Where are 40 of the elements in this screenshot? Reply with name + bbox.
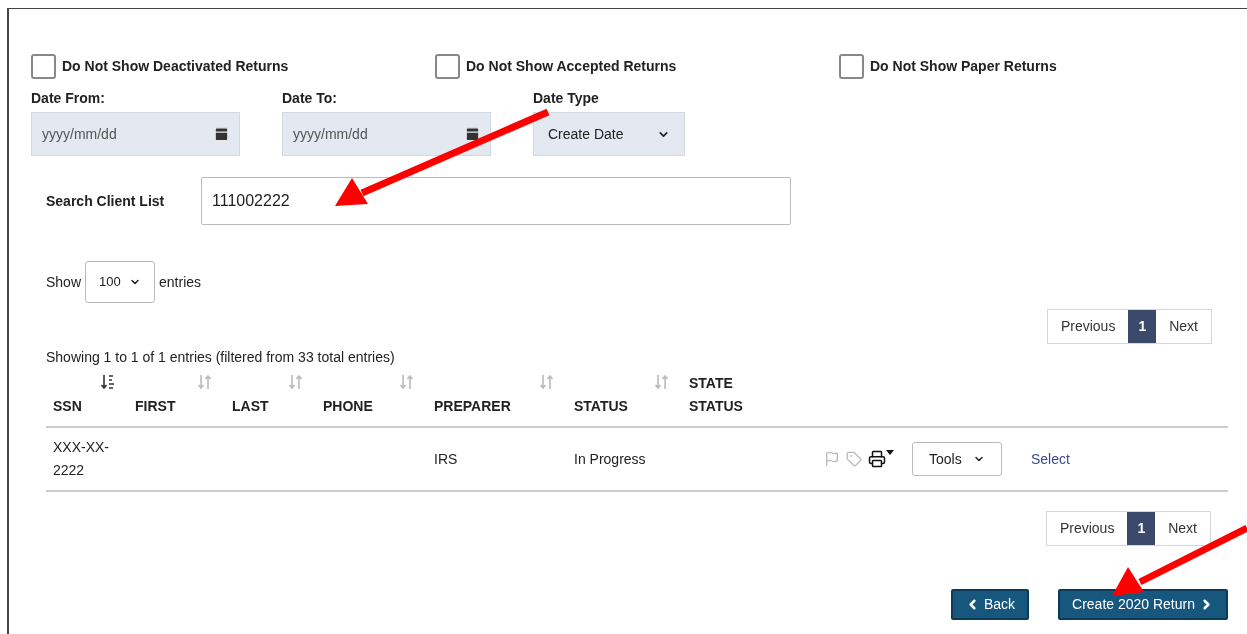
column-header[interactable]: FIRST [128, 374, 225, 418]
date-type-select[interactable]: Create Date [533, 112, 685, 156]
create-return-button[interactable]: Create 2020 Return [1058, 589, 1228, 620]
column-header[interactable]: SSN [46, 374, 128, 418]
checkbox[interactable] [435, 54, 460, 79]
tools-select[interactable]: Tools [912, 442, 1002, 476]
flag-icon[interactable] [824, 451, 840, 467]
calendar-icon[interactable] [464, 125, 481, 142]
field-label: Date To: [282, 89, 338, 108]
table-cell: IRS [434, 450, 458, 467]
column-header[interactable]: LAST [225, 374, 316, 418]
column-header[interactable]: PHONE [316, 374, 427, 418]
field-label: Date From: [31, 89, 106, 108]
print-icon[interactable] [868, 450, 894, 468]
checkbox[interactable] [31, 54, 56, 79]
tag-icon[interactable] [846, 451, 862, 467]
column-header[interactable]: STATE STATUS [682, 374, 814, 418]
search-field[interactable]: 111002222 [201, 177, 791, 225]
select-link[interactable]: Select [1031, 448, 1070, 470]
column-header[interactable]: PREPARER [427, 374, 567, 418]
show-label: Show [46, 272, 82, 292]
calendar-icon[interactable] [213, 125, 230, 142]
back-button[interactable]: Back [950, 589, 1030, 620]
checkbox[interactable] [839, 54, 864, 79]
field-label: Date Type [533, 89, 600, 108]
checkbox-label: Do Not Show Deactivated Returns [62, 57, 289, 76]
column-header[interactable]: STATUS [567, 374, 682, 418]
date-field[interactable]: yyyy/mm/dd [31, 112, 240, 156]
entries-select[interactable]: 100 [85, 261, 156, 303]
checkbox-label: Do Not Show Accepted Returns [466, 57, 677, 76]
search-label: Search Client List [46, 191, 166, 211]
date-field[interactable]: yyyy/mm/dd [282, 112, 491, 156]
checkbox-label: Do Not Show Paper Returns [870, 57, 1057, 76]
entries-label: entries [159, 272, 202, 292]
sort-icon[interactable] [100, 374, 116, 390]
table-cell: In Progress [574, 450, 646, 467]
page-button[interactable]: 1 [1127, 512, 1156, 545]
table-cell-text: XXX-XX-2222 [53, 438, 110, 480]
page-button[interactable]: 1 [1128, 310, 1157, 343]
table-info: Showing 1 to 1 of 1 entries (filtered from 33 total entries) [46, 348, 396, 367]
